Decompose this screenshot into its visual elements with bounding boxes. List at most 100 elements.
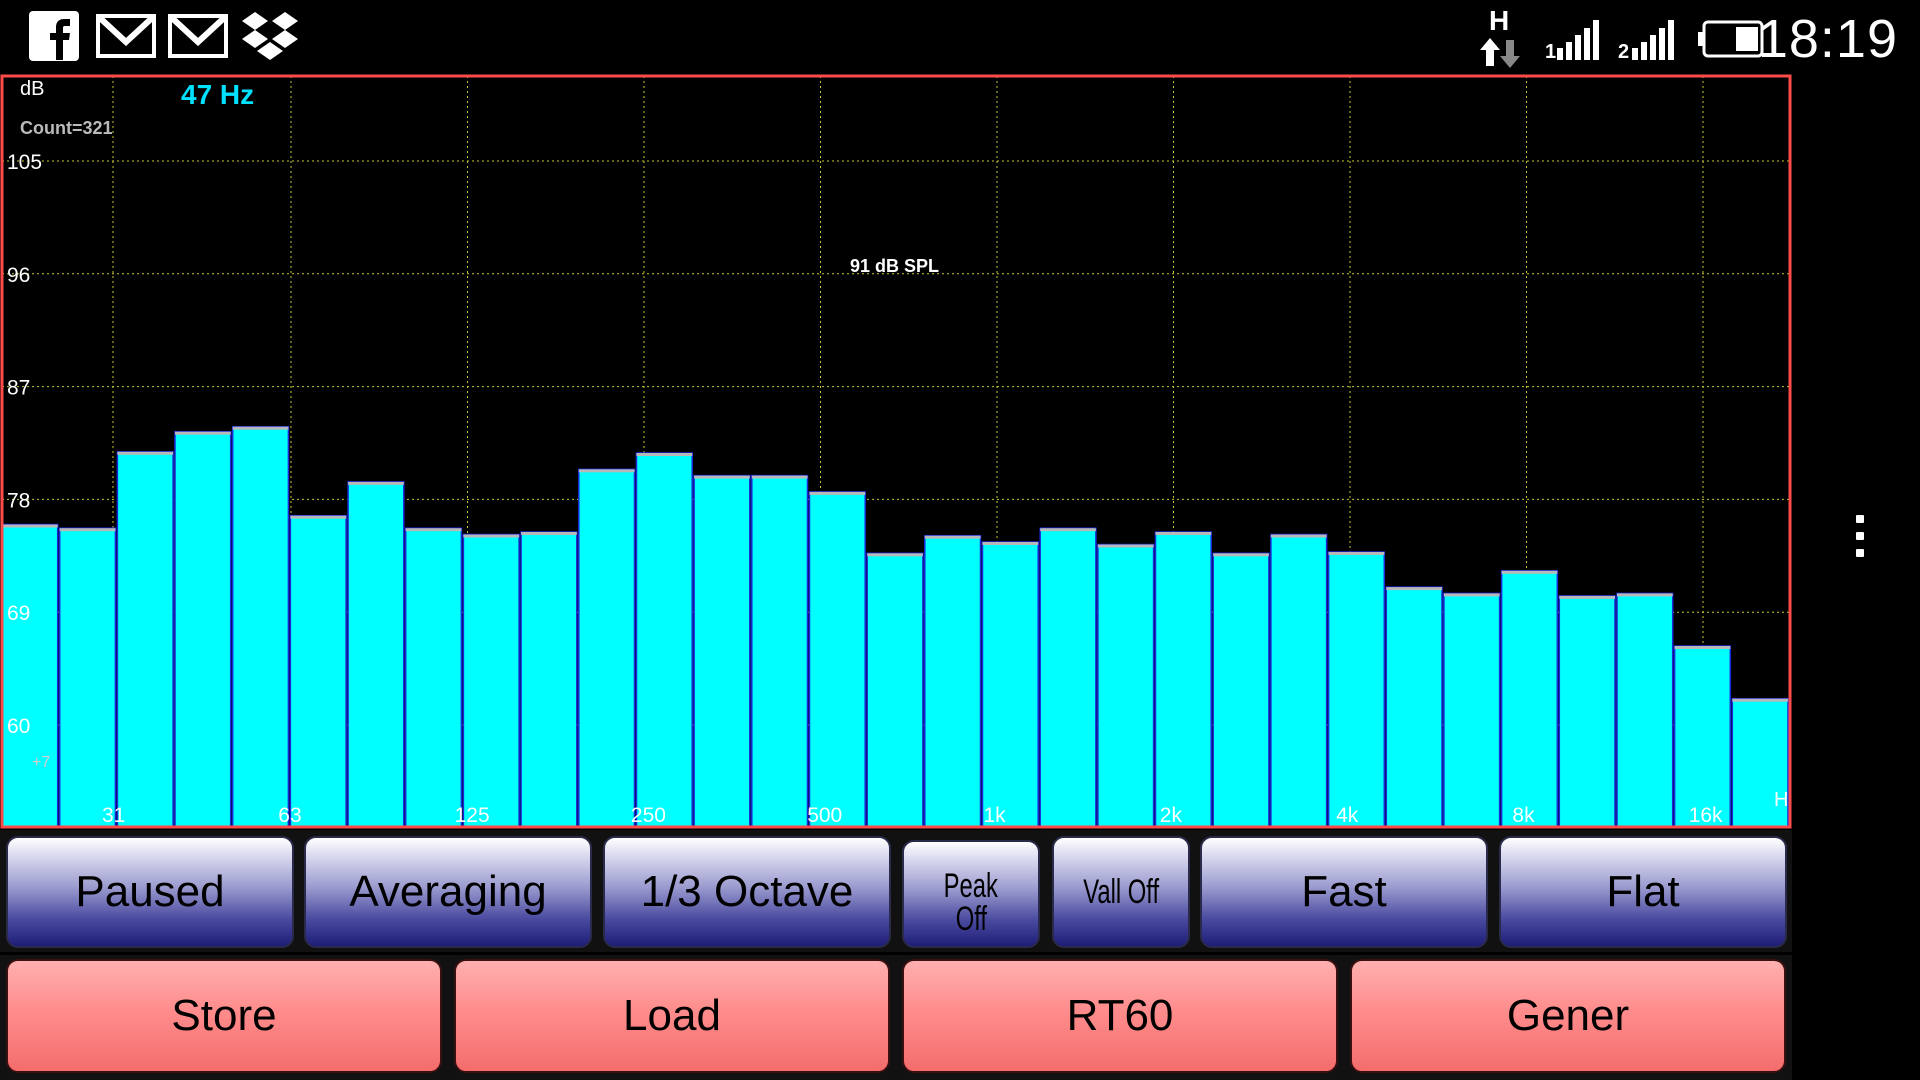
cursor-frequency: 47 Hz	[181, 79, 254, 110]
flat-button[interactable]: Flat	[1499, 836, 1787, 948]
signal-1-icon: 1	[1545, 18, 1605, 65]
octave-button[interactable]: 1/3 Octave	[603, 836, 891, 948]
valley-off-button[interactable]: Vall Off	[1052, 836, 1190, 948]
spectrum-bar-peak	[1674, 646, 1731, 649]
spectrum-bar-peak	[924, 535, 981, 539]
spectrum-bar-peak	[751, 475, 808, 479]
rt60-button[interactable]: RT60	[902, 959, 1338, 1073]
spectrum-bar	[1327, 551, 1386, 828]
svg-text:1: 1	[1545, 41, 1556, 60]
signal-2-icon: 2	[1618, 18, 1680, 65]
spectrum-bar-peak	[1732, 698, 1788, 702]
gmail-icon	[168, 14, 228, 63]
clock: 18:19	[1757, 9, 1898, 69]
x-tick-label: 63	[278, 804, 301, 827]
spectrum-bar-peak	[1443, 593, 1500, 597]
spectrum-bar	[866, 552, 924, 828]
spectrum-bar	[174, 430, 232, 828]
offset-label: +7	[32, 754, 50, 771]
spectrum-bar-peak	[59, 528, 116, 532]
spectrum-bar	[578, 468, 636, 828]
spl-readout: 91 dB SPL	[850, 256, 939, 276]
spectrum-bar-peak	[1040, 528, 1096, 532]
hz-axis-marker: H	[1774, 789, 1788, 811]
spectrum-bar-peak	[232, 426, 289, 430]
control-toolbar: Paused Averaging 1/3 Octave Peak Off Val…	[0, 830, 1792, 952]
gmail-icon	[96, 14, 156, 63]
spectrum-bar-peak	[2, 524, 58, 528]
spectrum-bar	[981, 541, 1039, 828]
store-button[interactable]: Store	[6, 959, 442, 1073]
spectrum-bar-peak	[1386, 587, 1442, 591]
spectrum-bar-peak	[1328, 552, 1385, 555]
x-tick-label: 2k	[1160, 804, 1183, 827]
battery-icon	[1696, 20, 1766, 63]
spectrum-bar	[231, 425, 290, 828]
fast-button[interactable]: Fast	[1200, 836, 1488, 948]
facebook-icon	[28, 10, 80, 67]
spectrum-bar	[116, 451, 174, 828]
spectrum-bar-peak	[636, 453, 693, 456]
y-tick-label: 69	[7, 602, 30, 625]
spectrum-bar	[1500, 570, 1559, 828]
spectrum-bar-peak	[578, 469, 635, 473]
spectrum-bar-peak	[1501, 570, 1558, 574]
spectrum-bar	[1385, 586, 1443, 828]
spectrum-bar-peak	[463, 534, 520, 538]
spectrum-bar-peak	[1270, 534, 1327, 538]
averaging-button[interactable]: Averaging	[304, 836, 592, 948]
x-tick-label: 125	[455, 804, 490, 827]
spectrum-bar-peak	[348, 481, 404, 485]
spectrum-chart[interactable]: 105 96 87 78 69 60 31 63 125 250 500 1k 2k 4k 8k 16k dB…	[0, 74, 1792, 829]
spectrum-bar	[289, 514, 347, 828]
spectrum-bar-peak	[867, 553, 923, 557]
spectrum-bar	[1673, 645, 1732, 828]
spectrum-bar-peak	[405, 528, 462, 532]
spectrum-bar-peak	[1155, 532, 1212, 535]
spectrum-bar	[1039, 527, 1097, 828]
spectrum-bar-peak	[1617, 593, 1673, 597]
svg-text:2: 2	[1618, 41, 1629, 60]
action-toolbar: Store Load RT60 Gener	[0, 955, 1792, 1080]
network-hspa-icon: H	[1476, 4, 1524, 75]
generator-button[interactable]: Gener	[1350, 959, 1786, 1073]
y-tick-label: 96	[7, 264, 30, 287]
peak-off-button[interactable]: Peak Off	[902, 840, 1040, 948]
spectrum-bar	[462, 533, 520, 828]
x-tick-label: 1k	[984, 804, 1007, 827]
x-tick-label: 8k	[1512, 804, 1535, 827]
spectrum-bar	[520, 531, 578, 828]
y-tick-label: 78	[7, 489, 30, 512]
x-tick-label: 31	[102, 804, 125, 827]
spectrum-bar	[808, 491, 866, 828]
spectrum-bar	[1443, 592, 1501, 828]
spectrum-bar-peak	[1559, 595, 1615, 599]
spectrum-bar-peak	[1097, 544, 1154, 548]
paused-button[interactable]: Paused	[6, 836, 294, 948]
overflow-menu-icon[interactable]	[1850, 510, 1870, 570]
x-tick-label: 4k	[1336, 804, 1359, 827]
spectrum-plot[interactable]: 105 96 87 78 69 60 31 63 125 250 500 1k 2k 4k 8k 16k dB…	[0, 74, 1792, 829]
dropbox-icon	[240, 10, 300, 69]
spectrum-bar	[1154, 531, 1212, 828]
spectrum-bar-peak	[1213, 553, 1269, 557]
x-tick-label: 250	[631, 804, 666, 827]
spectrum-bar	[693, 474, 751, 828]
spectrum-bar	[404, 527, 463, 828]
x-tick-label: 500	[807, 804, 842, 827]
x-tick-label: 16k	[1689, 804, 1723, 827]
load-button[interactable]: Load	[454, 959, 890, 1073]
spectrum-bar-peak	[809, 491, 866, 495]
spectrum-bar-peak	[290, 515, 347, 519]
network-type-label: H	[1489, 5, 1509, 36]
spectrum-bar	[1097, 543, 1155, 828]
spectrum-bar	[635, 452, 693, 828]
spectrum-bar-peak	[117, 451, 174, 455]
spectrum-bar	[1270, 533, 1328, 828]
spectrum-bar	[924, 534, 982, 828]
db-unit-label: dB	[20, 78, 44, 100]
count-label: Count=321	[20, 118, 113, 138]
spectrum-bar-peak	[521, 532, 577, 535]
spectrum-bar	[1, 523, 59, 828]
spectrum-bar-peak	[175, 431, 231, 435]
